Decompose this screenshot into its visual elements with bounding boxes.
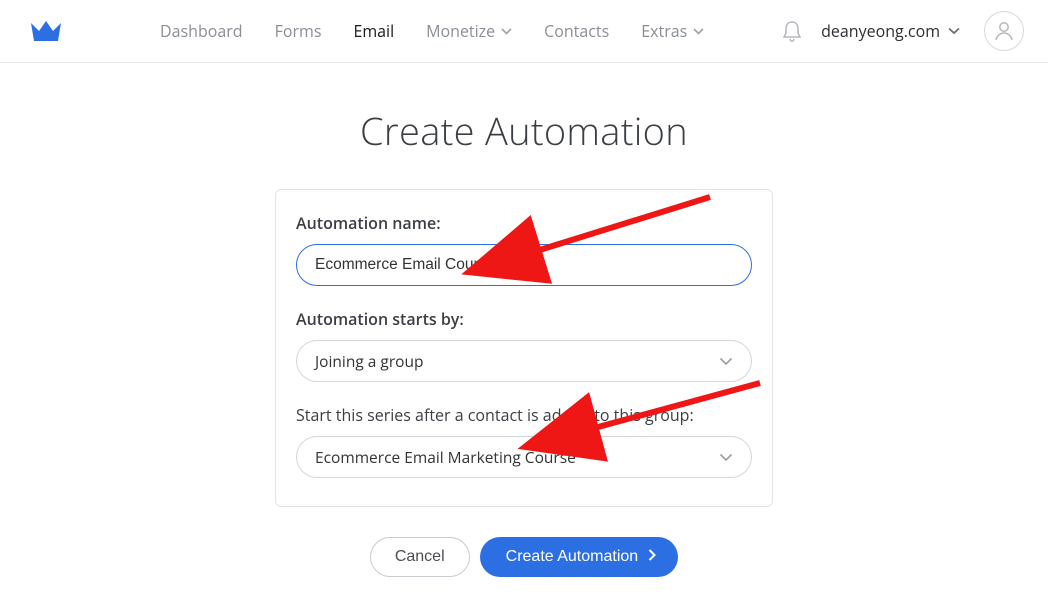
chevron-down-icon [501,28,512,35]
notifications-bell-icon[interactable] [781,20,803,42]
label-automation-trigger: Automation starts by: [296,308,752,330]
automation-trigger-select[interactable]: Joining a group [296,340,752,382]
create-button-label: Create Automation [506,548,639,566]
account-name: deanyeong.com [821,20,940,42]
field-automation-name: Automation name: [296,212,752,286]
label-automation-name: Automation name: [296,212,752,234]
chevron-right-icon [648,548,656,566]
nav-item-label: Dashboard [160,20,243,42]
nav-item-forms[interactable]: Forms [275,20,322,42]
chevron-down-icon [719,453,733,462]
field-automation-group: Start this series after a contact is add… [296,404,752,478]
page-title: Create Automation [0,105,1048,157]
automation-form-panel: Automation name: Automation starts by: J… [275,189,773,507]
automation-group-value: Ecommerce Email Marketing Course [315,446,576,468]
chevron-down-icon [693,28,704,35]
chevron-down-icon [719,357,733,366]
automation-name-input[interactable] [296,244,752,286]
field-automation-trigger: Automation starts by: Joining a group [296,308,752,382]
top-bar: Dashboard Forms Email Monetize Contacts Extra… [0,0,1048,63]
cancel-button[interactable]: Cancel [370,537,470,577]
avatar[interactable] [984,11,1024,51]
form-actions: Cancel Create Automation [0,537,1048,577]
nav-item-label: Forms [275,20,322,42]
nav-item-dashboard[interactable]: Dashboard [160,20,243,42]
main-nav: Dashboard Forms Email Monetize Contacts Extra… [160,20,704,42]
nav-item-label: Extras [641,20,687,42]
nav-item-monetize[interactable]: Monetize [426,20,512,42]
nav-item-label: Monetize [426,20,495,42]
nav-item-email[interactable]: Email [353,20,394,42]
chevron-down-icon [948,27,960,35]
nav-item-contacts[interactable]: Contacts [544,20,609,42]
automation-group-select[interactable]: Ecommerce Email Marketing Course [296,436,752,478]
logo-crown-icon[interactable] [28,13,64,49]
create-automation-button[interactable]: Create Automation [480,537,679,577]
label-automation-group: Start this series after a contact is add… [296,404,752,426]
account-switcher[interactable]: deanyeong.com [821,20,960,42]
nav-item-label: Email [353,20,394,42]
nav-item-label: Contacts [544,20,609,42]
nav-item-extras[interactable]: Extras [641,20,704,42]
header-right: deanyeong.com [781,11,1024,51]
automation-trigger-value: Joining a group [315,350,423,372]
